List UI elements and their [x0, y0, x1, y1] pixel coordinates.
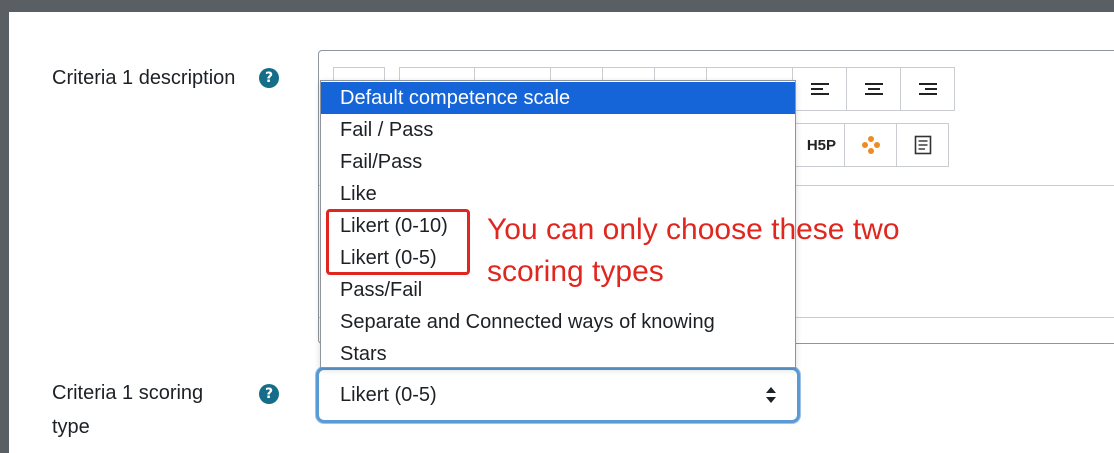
dropdown-option[interactable]: Separate and Connected ways of knowing: [321, 306, 795, 338]
annotation-highlight-box: [326, 209, 470, 275]
dropdown-option[interactable]: Fail / Pass: [321, 114, 795, 146]
moodlenet-icon: [861, 136, 880, 154]
help-icon[interactable]: ?: [259, 68, 279, 88]
criteria-description-label: Criteria 1 description: [52, 67, 236, 89]
align-left-icon: [810, 83, 829, 95]
annotation-line-1: You can only choose these two: [487, 213, 900, 246]
criteria-scoring-label-line-1: Criteria 1 scoring: [52, 382, 204, 404]
align-left-button[interactable]: [793, 67, 847, 111]
dropdown-option[interactable]: Stars: [321, 338, 795, 370]
window-top-border: [0, 0, 1114, 12]
template-icon: [914, 135, 931, 155]
dropdown-option[interactable]: Default competence scale: [321, 82, 795, 114]
annotation-text: You can only choose these two scoring ty…: [487, 209, 987, 293]
align-center-icon: [864, 83, 883, 95]
h5p-button[interactable]: H5P: [789, 123, 845, 167]
help-icon[interactable]: ?: [259, 384, 279, 404]
annotation-line-2: scoring types: [487, 255, 664, 288]
align-right-icon: [918, 83, 937, 95]
template-button[interactable]: [897, 123, 949, 167]
dropdown-option[interactable]: Fail/Pass: [321, 146, 795, 178]
dropdown-option[interactable]: Like: [321, 178, 795, 210]
h5p-icon: H5P: [806, 136, 836, 154]
window-left-border: [0, 0, 9, 453]
criteria-scoring-label-line-2: type: [52, 416, 90, 438]
scoring-type-select[interactable]: Likert (0-5): [316, 367, 800, 423]
select-value: Likert (0-5): [340, 384, 437, 406]
align-center-button[interactable]: [847, 67, 901, 111]
moodlenet-button[interactable]: [845, 123, 897, 167]
align-right-button[interactable]: [901, 67, 955, 111]
editor-toolbar-row-2: H5P: [789, 123, 949, 167]
select-caret-icon: [766, 387, 776, 403]
